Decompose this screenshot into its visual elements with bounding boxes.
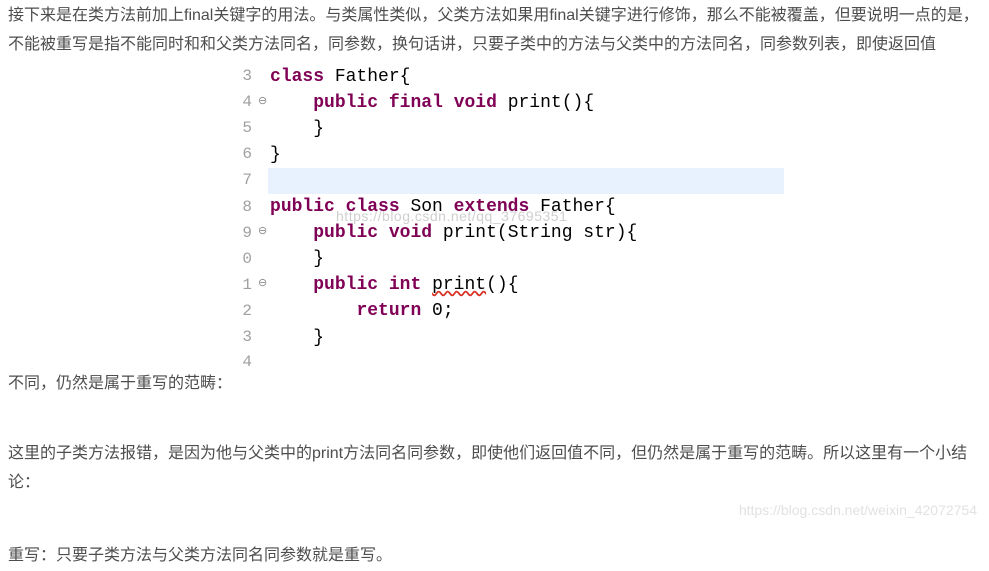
- code-line: 2 return 0;: [236, 298, 784, 324]
- line-number: 2: [236, 300, 258, 323]
- line-number: 9: [236, 222, 258, 245]
- code-line: 3 }: [236, 325, 784, 351]
- line-number: 4: [236, 91, 258, 114]
- code-block: https://blog.csdn.net/qq_37695351 3class…: [236, 64, 784, 374]
- line-number: 8: [236, 196, 258, 219]
- line-number: 6: [236, 143, 258, 166]
- code-text: }: [268, 325, 324, 351]
- code-line: 9⊖ public void print(String str){: [236, 220, 784, 246]
- code-text: [268, 168, 784, 194]
- line-number: 0: [236, 248, 258, 271]
- fold-marker: ⊖: [258, 225, 268, 241]
- code-text: public final void print(){: [268, 90, 594, 116]
- code-text: return 0;: [268, 298, 454, 324]
- code-line: 7: [236, 168, 784, 194]
- para1-leadin: 接下来是在类方法前加上final关键字的用法。与类属性类似，父类方法如果用fin…: [8, 7, 979, 53]
- code-text: public void print(String str){: [268, 220, 637, 246]
- fold-marker: ⊖: [258, 277, 268, 293]
- line-number: 4: [236, 351, 258, 374]
- code-line: 3 class Father{: [236, 64, 784, 90]
- paragraph-1: 接下来是在类方法前加上final关键字的用法。与类属性类似，父类方法如果用fin…: [8, 2, 981, 60]
- code-text: }: [268, 246, 324, 272]
- code-line: 5 }: [236, 116, 784, 142]
- line-number: 7: [236, 169, 258, 192]
- code-text: }: [268, 116, 324, 142]
- line-number: 3: [236, 326, 258, 349]
- fold-marker: ⊖: [258, 95, 268, 111]
- code-text: public int print(){: [268, 272, 518, 298]
- paragraph-3: 重写：只要子类方法与父类方法同名同参数就是重写。: [8, 542, 981, 571]
- watermark-footer: https://blog.csdn.net/weixin_42072754: [739, 498, 977, 523]
- code-line: 0 }: [236, 246, 784, 272]
- code-line: 1⊖ public int print(){: [236, 272, 784, 298]
- line-number: 1: [236, 274, 258, 297]
- code-line: 6}: [236, 142, 784, 168]
- code-text: public class Son extends Father{: [268, 194, 616, 220]
- code-line: 4: [236, 351, 784, 374]
- para1-tail: 不同，仍然是属于重写的范畴：: [8, 64, 232, 399]
- line-number: 5: [236, 117, 258, 140]
- code-line: 8 public class Son extends Father{: [236, 194, 784, 220]
- code-text: }: [268, 142, 281, 168]
- code-line: 4⊖ public final void print(){: [236, 90, 784, 116]
- paragraph-2: 这里的子类方法报错，是因为他与父类中的print方法同名同参数，即使他们返回值不…: [8, 440, 981, 498]
- line-number: 3: [236, 65, 258, 88]
- code-text: class Father{: [268, 64, 410, 90]
